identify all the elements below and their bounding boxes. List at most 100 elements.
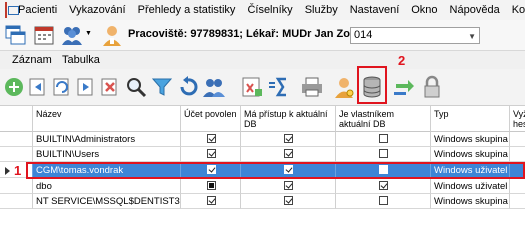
row-header[interactable]	[0, 132, 33, 147]
owner-checkbox[interactable]	[379, 149, 388, 158]
cell-owner	[336, 163, 431, 178]
first-record-icon[interactable]	[2, 75, 26, 99]
cell-pw	[510, 147, 525, 162]
record-toolbar	[0, 69, 525, 106]
app-icon[interactable]	[5, 2, 19, 18]
enabled-checkbox[interactable]	[207, 181, 216, 190]
annotation-2: 2	[398, 53, 406, 68]
menu-okno[interactable]: Okno	[405, 0, 443, 20]
department-value: 014	[354, 29, 373, 41]
next-record-icon[interactable]	[74, 75, 98, 99]
table-row[interactable]: NT SERVICE\MSSQL$DENTIST32 Windows skupin…	[0, 194, 525, 209]
table-row[interactable]: BUILTIN\Administrators Windows skupina	[0, 132, 525, 147]
owner-checkbox[interactable]	[379, 165, 388, 174]
delete-icon[interactable]	[98, 75, 122, 99]
tab-zaznam[interactable]: Záznam	[12, 54, 52, 66]
lock-icon[interactable]	[420, 75, 444, 99]
cell-access	[241, 147, 336, 162]
sum-icon[interactable]	[266, 75, 290, 99]
cell-access	[241, 179, 336, 194]
cell-name[interactable]: NT SERVICE\MSSQL$DENTIST32	[33, 194, 181, 209]
cell-pw	[510, 194, 525, 209]
row-header[interactable]	[0, 194, 33, 209]
excel-export-icon[interactable]	[240, 75, 264, 99]
tab-tabulka[interactable]: Tabulka	[62, 54, 100, 66]
cell-enabled	[181, 163, 241, 178]
chevron-down-icon: ▼	[468, 32, 476, 41]
cell-enabled	[181, 132, 241, 147]
menu-vykazovani[interactable]: Vykazování	[63, 0, 131, 20]
col-header-password[interactable]: Vyž hes	[510, 106, 525, 132]
cell-name[interactable]: BUILTIN\Users	[33, 147, 181, 162]
col-header-type[interactable]: Typ	[431, 106, 510, 132]
dropdown-arrow-icon[interactable]: ▼	[85, 30, 92, 37]
print-icon[interactable]	[300, 75, 324, 99]
workplace-text: Pracoviště: 97789831; Lékař: MUDr Jan Zo…	[128, 28, 376, 40]
table-row[interactable]: dbo Windows uživatel	[0, 179, 525, 194]
menu-sluzby[interactable]: Služby	[299, 0, 344, 20]
search-icon[interactable]	[124, 75, 148, 99]
cell-enabled	[181, 147, 241, 162]
user-key-icon[interactable]	[332, 75, 356, 99]
cell-type[interactable]: Windows skupina	[431, 147, 510, 162]
owner-checkbox[interactable]	[379, 181, 388, 190]
row-header[interactable]	[0, 147, 33, 162]
refresh-icon[interactable]	[50, 75, 74, 99]
annotation-1: 1	[14, 163, 22, 178]
cell-enabled	[181, 179, 241, 194]
workplace-label: Pracoviště: 97789831; Lékař: MUDr Jan Zo…	[128, 28, 376, 40]
cell-access	[241, 194, 336, 209]
cell-owner	[336, 179, 431, 194]
menu-konec[interactable]: Konec	[506, 0, 525, 20]
cell-name[interactable]: BUILTIN\Administrators	[33, 132, 181, 147]
cell-enabled	[181, 194, 241, 209]
menu-prehledy[interactable]: Přehledy a statistiky	[132, 0, 242, 20]
cell-type[interactable]: Windows skupina	[431, 194, 510, 209]
cell-pw	[510, 132, 525, 147]
database-highlight	[357, 66, 387, 104]
menu-pacienti[interactable]: Pacienti	[12, 0, 63, 20]
cell-type[interactable]: Windows skupina	[431, 132, 510, 147]
access-checkbox[interactable]	[284, 196, 293, 205]
transfer-icon[interactable]	[392, 75, 416, 99]
cell-owner	[336, 132, 431, 147]
cell-owner	[336, 194, 431, 209]
doctor-icon[interactable]	[100, 23, 124, 47]
cell-name[interactable]: dbo	[33, 179, 181, 194]
access-checkbox[interactable]	[284, 134, 293, 143]
owner-checkbox[interactable]	[379, 134, 388, 143]
cell-owner	[336, 147, 431, 162]
department-select[interactable]: 014 ▼	[350, 27, 480, 44]
enabled-checkbox[interactable]	[207, 165, 216, 174]
menu-napoveda[interactable]: Nápověda	[444, 0, 506, 20]
cell-type[interactable]: Windows uživatel	[431, 163, 510, 178]
table-row[interactable]: CGM\tomas.vondrak Windows uživatel	[0, 163, 525, 178]
access-checkbox[interactable]	[284, 149, 293, 158]
enabled-checkbox[interactable]	[207, 149, 216, 158]
col-header-name[interactable]: Název	[33, 106, 181, 132]
filter-icon[interactable]	[150, 75, 174, 99]
col-header-access[interactable]: Má přístup k aktuální DB	[241, 106, 336, 132]
enabled-checkbox[interactable]	[207, 196, 216, 205]
patients-group-icon[interactable]	[60, 23, 84, 47]
cell-name[interactable]: CGM\tomas.vondrak	[33, 163, 181, 178]
col-header-enabled[interactable]: Účet povolen	[181, 106, 241, 132]
users-icon[interactable]	[202, 75, 226, 99]
access-checkbox[interactable]	[284, 165, 293, 174]
prev-record-icon[interactable]	[26, 75, 50, 99]
cell-type[interactable]: Windows uživatel	[431, 179, 510, 194]
owner-checkbox[interactable]	[379, 196, 388, 205]
cell-access	[241, 132, 336, 147]
col-header-owner[interactable]: Je vlastníkem aktuální DB	[336, 106, 431, 132]
calendar-icon[interactable]	[32, 23, 56, 47]
cell-access	[241, 163, 336, 178]
menu-ciselniky[interactable]: Číselníky	[241, 0, 298, 20]
row-header[interactable]	[0, 179, 33, 194]
access-checkbox[interactable]	[284, 181, 293, 190]
window-tiles-icon[interactable]	[4, 23, 28, 47]
menu-nastaveni[interactable]: Nastavení	[344, 0, 406, 20]
table-row[interactable]: BUILTIN\Users Windows skupina	[0, 147, 525, 162]
current-row-indicator-icon	[5, 167, 10, 175]
enabled-checkbox[interactable]	[207, 134, 216, 143]
undo-icon[interactable]	[176, 75, 200, 99]
